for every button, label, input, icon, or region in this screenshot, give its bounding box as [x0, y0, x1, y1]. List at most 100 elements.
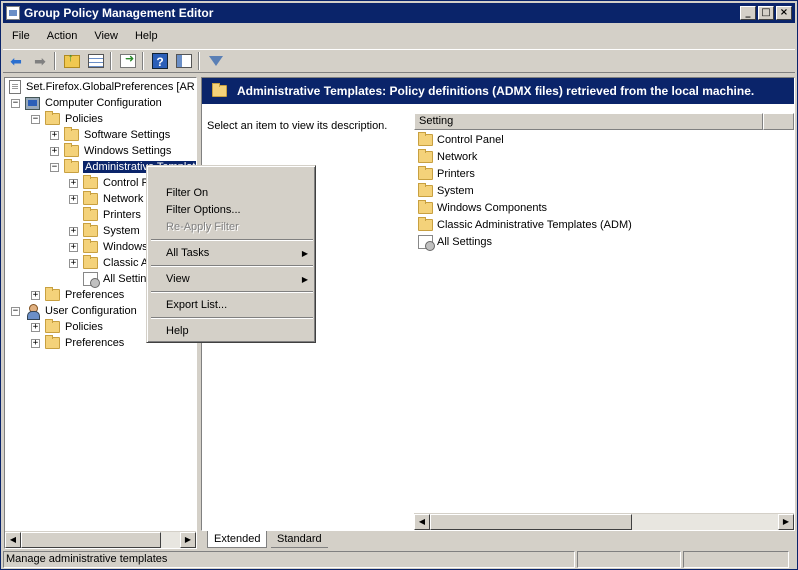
list-item[interactable]: All Settings: [418, 233, 492, 251]
menu-help[interactable]: Help: [126, 30, 166, 42]
list-header: Setting: [414, 113, 794, 130]
app-icon: [6, 6, 20, 20]
maximize-button[interactable]: □: [758, 6, 774, 20]
expand-icon[interactable]: +: [31, 322, 40, 332]
column-header-empty[interactable]: [763, 113, 794, 130]
expand-icon[interactable]: +: [69, 226, 78, 236]
menu-item-all-tasks[interactable]: All Tasks ▶: [150, 245, 314, 262]
tab-standard[interactable]: Standard: [271, 531, 328, 548]
tree-node-preferences[interactable]: + Preferences: [31, 287, 125, 303]
tree-node-printers[interactable]: Printers: [69, 207, 142, 223]
settings-list[interactable]: Setting Control Panel Network Printers S…: [414, 113, 794, 530]
tree-node-windows-components[interactable]: + Windows: [69, 239, 149, 255]
properties-pane-button[interactable]: [173, 51, 195, 71]
folder-icon: [45, 111, 60, 125]
collapse-icon[interactable]: −: [11, 98, 20, 108]
forward-arrow-icon[interactable]: ➡: [29, 51, 51, 71]
collapse-icon[interactable]: −: [31, 114, 40, 124]
menu-item-filter-on[interactable]: Filter On: [150, 185, 314, 202]
toolbar-separator: [142, 52, 144, 70]
up-folder-icon: [64, 52, 80, 68]
column-header-setting[interactable]: Setting: [414, 113, 763, 130]
expand-icon[interactable]: +: [50, 130, 59, 140]
menu-separator: [151, 317, 313, 319]
tree-label-windows-settings: Windows Settings: [84, 145, 172, 157]
export-list-button[interactable]: [117, 51, 139, 71]
menu-bar: File Action View Help: [3, 25, 795, 47]
tab-extended[interactable]: Extended: [207, 531, 268, 548]
close-button[interactable]: ×: [776, 6, 792, 20]
scroll-right-button[interactable]: ▶: [180, 532, 196, 548]
menu-item-export-list[interactable]: Export List...: [150, 297, 314, 314]
expand-icon[interactable]: +: [69, 258, 78, 268]
list-item[interactable]: System: [418, 182, 474, 199]
list-item[interactable]: Printers: [418, 165, 475, 182]
collapse-icon[interactable]: −: [50, 162, 59, 172]
tree-node-classic-admin-templates[interactable]: + Classic A: [69, 255, 149, 271]
menu-item-help[interactable]: Help: [150, 323, 314, 340]
folder-icon: [418, 216, 433, 231]
tree-node-user-configuration[interactable]: − User Configuration: [11, 303, 138, 320]
expand-icon[interactable]: +: [69, 242, 78, 252]
tree-horizontal-scrollbar[interactable]: ◀ ▶: [5, 531, 196, 548]
list-horizontal-scrollbar[interactable]: ◀ ▶: [414, 513, 794, 530]
filter-button[interactable]: [205, 51, 227, 71]
tree-node-root[interactable]: Set.Firefox.GlobalPreferences [AR: [9, 79, 196, 95]
folder-icon: [418, 199, 433, 214]
expand-icon[interactable]: +: [69, 178, 78, 188]
show-hide-tree-button[interactable]: [85, 51, 107, 71]
list-item[interactable]: Windows Components: [418, 199, 547, 216]
menu-item-reapply-filter: Re-Apply Filter: [166, 221, 239, 233]
tree-label-user-preferences: Preferences: [65, 337, 125, 349]
menu-separator: [151, 291, 313, 293]
tree-node-user-preferences[interactable]: + Preferences: [31, 335, 125, 351]
menu-file[interactable]: File: [3, 30, 38, 42]
all-settings-icon: [418, 234, 435, 251]
list-item[interactable]: Network: [418, 148, 477, 165]
tree-label-root: Set.Firefox.GlobalPreferences [AR: [26, 81, 195, 93]
expand-icon[interactable]: +: [31, 290, 40, 300]
back-arrow-icon[interactable]: ⬅: [5, 51, 27, 71]
tree-node-policies[interactable]: − Policies: [31, 111, 104, 127]
tree-label-classic-admin-templates: Classic A: [103, 257, 149, 269]
expand-icon[interactable]: +: [69, 194, 78, 204]
scroll-left-button[interactable]: ◀: [5, 532, 21, 548]
tree-node-system[interactable]: + System: [69, 223, 141, 239]
tree-label-system: System: [103, 225, 140, 237]
folder-icon: [418, 131, 433, 146]
menu-item-filter-options[interactable]: Filter Options...: [150, 202, 314, 219]
folder-icon: [418, 165, 433, 180]
minimize-button[interactable]: _: [740, 6, 756, 20]
tree-node-control-panel[interactable]: + Control P: [69, 175, 150, 191]
submenu-arrow-icon: ▶: [301, 249, 308, 258]
scroll-thumb[interactable]: [21, 532, 161, 548]
collapse-icon[interactable]: −: [11, 306, 20, 316]
menu-view[interactable]: View: [85, 30, 126, 42]
toolbar: ⬅ ➡ ?: [3, 49, 795, 73]
tree-node-windows-settings[interactable]: + Windows Settings: [50, 143, 172, 159]
menu-separator: [151, 265, 313, 267]
up-folder-button[interactable]: [61, 51, 83, 71]
list-item-label: System: [437, 184, 474, 197]
tree-label-network: Network: [103, 193, 144, 205]
title-bar[interactable]: Group Policy Management Editor _ □ ×: [3, 3, 795, 23]
scroll-thumb[interactable]: [430, 514, 632, 530]
menu-action[interactable]: Action: [38, 30, 86, 42]
list-item[interactable]: Classic Administrative Templates (ADM): [418, 216, 632, 233]
tree-node-network[interactable]: + Network: [69, 191, 144, 207]
list-item[interactable]: Control Panel: [418, 131, 504, 148]
tree-label-windows-components: Windows: [103, 241, 148, 253]
tree-node-software-settings[interactable]: + Software Settings: [50, 127, 171, 143]
menu-item-view[interactable]: View ▶: [150, 271, 314, 288]
scroll-right-button[interactable]: ▶: [778, 514, 794, 530]
tree-node-computer-configuration[interactable]: − Computer Configuration: [11, 95, 163, 111]
help-button[interactable]: ?: [149, 51, 171, 71]
tree-node-all-settings[interactable]: All Settin: [69, 271, 147, 288]
tree-node-user-policies[interactable]: + Policies: [31, 319, 104, 335]
scroll-left-button[interactable]: ◀: [414, 514, 430, 530]
menu-item-label: All Tasks: [166, 247, 210, 259]
expand-icon[interactable]: +: [50, 146, 59, 156]
expand-icon[interactable]: +: [31, 338, 40, 348]
list-item-label: Classic Administrative Templates (ADM): [437, 218, 632, 231]
